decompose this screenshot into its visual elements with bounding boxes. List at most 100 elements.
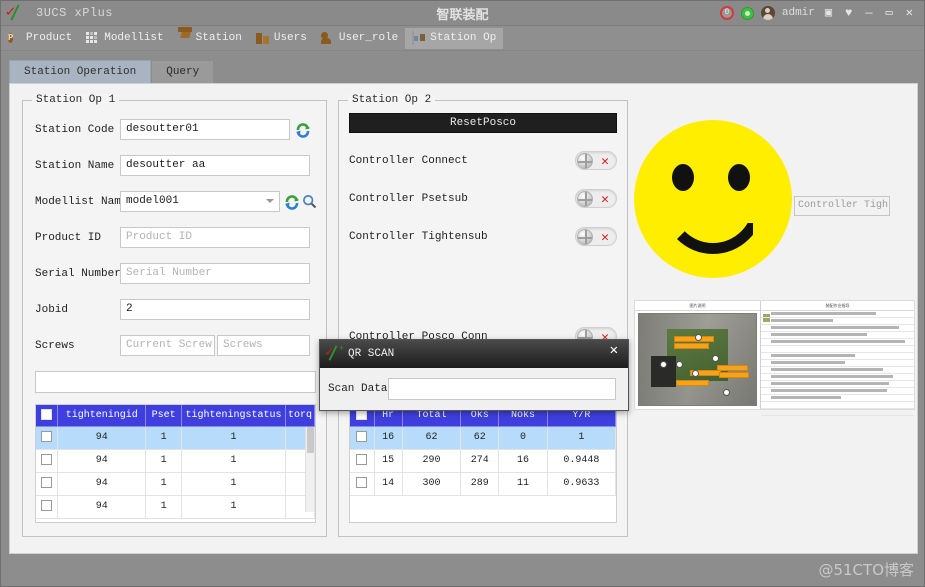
menu-item-station[interactable]: Station: [171, 28, 249, 49]
tab-station-operation[interactable]: Station Operation: [9, 60, 152, 83]
smiley-mouth: [662, 200, 764, 254]
select-all-header[interactable]: [36, 405, 59, 427]
message-bar[interactable]: [35, 371, 316, 393]
table-row[interactable]: 15 290 274 16 0.9448: [350, 449, 616, 473]
cell-tighteningstatus: 1: [181, 426, 286, 450]
title-bar-controls: 0 admir ▣ ♥ — ▭ ✕: [719, 6, 924, 20]
serial-number-input[interactable]: Serial Number: [120, 263, 310, 284]
column-header[interactable]: tighteningid: [57, 405, 147, 427]
document-step-line: [761, 318, 914, 325]
close-icon[interactable]: ✕: [606, 343, 622, 359]
cell-tighteningid: 94: [57, 472, 147, 496]
cell-total: 300: [402, 472, 462, 496]
cell-tighteningid: 94: [57, 426, 147, 450]
pin-window-button[interactable]: ♥: [842, 6, 855, 20]
connection-status-icon[interactable]: [740, 6, 754, 20]
column-header[interactable]: tighteningstatus: [181, 405, 286, 427]
table-row[interactable]: 14 300 289 11 0.9633: [350, 472, 616, 496]
cell-noks: 11: [498, 472, 548, 496]
restore-window-button[interactable]: ▣: [822, 6, 835, 20]
station-op-2-group: Station Op 2 ResetPosco Controller Conne…: [338, 94, 628, 537]
column-header[interactable]: Pset: [145, 405, 182, 427]
checkbox[interactable]: [356, 454, 368, 466]
title-bar: ✓ 3UCS xPlus 智联装配 0 admir ▣ ♥ — ▭ ✕: [1, 1, 924, 26]
document-image-column: 图片说明: [635, 301, 761, 409]
user-role-icon: [321, 32, 335, 45]
scan-data-label: Scan Data: [328, 383, 388, 395]
minimize-button[interactable]: —: [862, 6, 875, 20]
controller-psetsub-toggle[interactable]: ✕: [575, 189, 617, 208]
menu-item-product[interactable]: P Product: [1, 28, 79, 49]
checkbox[interactable]: [356, 477, 368, 489]
tightening-table[interactable]: tighteningid Pset tighteningstatus torq …: [35, 404, 316, 523]
station-code-input[interactable]: desoutter01: [120, 119, 290, 140]
jobid-input[interactable]: 2: [120, 299, 310, 320]
document-step-line: [761, 388, 914, 395]
search-icon[interactable]: [302, 194, 317, 209]
station-name-input[interactable]: desoutter aa: [120, 155, 310, 176]
table-row[interactable]: 94 1 1: [36, 495, 315, 519]
product-id-input[interactable]: Product ID: [120, 227, 310, 248]
checkbox[interactable]: [41, 477, 53, 489]
current-screw-input[interactable]: Current Screw: [120, 335, 215, 356]
document-step-line: [761, 360, 914, 367]
toggle-knob: [577, 229, 593, 245]
row-checkbox-cell[interactable]: [350, 426, 375, 450]
hourly-stats-table[interactable]: Hr Total Oks Noks Y/R 16 62 62 0 1 15 29…: [349, 404, 617, 523]
column-header[interactable]: torq: [285, 405, 315, 427]
menu-item-modellist[interactable]: Modellist: [79, 28, 170, 49]
close-button[interactable]: ✕: [903, 6, 916, 20]
document-step-line: [761, 381, 914, 388]
table-row[interactable]: 16 62 62 0 1: [350, 426, 616, 450]
modellist-name-select[interactable]: model001: [120, 191, 280, 212]
controller-tightensub-toggle[interactable]: ✕: [575, 227, 617, 246]
work-instruction-document[interactable]: 图片说明 装配作业指导: [634, 300, 915, 416]
field-screws: Screws Current Screw Screws: [35, 335, 327, 356]
qr-scan-body: Scan Data: [320, 368, 628, 410]
user-name: admir: [781, 7, 815, 19]
scan-data-input[interactable]: [388, 378, 616, 400]
checkbox[interactable]: [41, 409, 53, 421]
cell-noks: 16: [498, 449, 548, 473]
pcb-callout-tag: [674, 343, 710, 350]
row-checkbox-cell[interactable]: [36, 449, 59, 473]
app-logo-icon: ✓ +: [325, 344, 344, 361]
document-step-line: [761, 332, 914, 339]
row-checkbox-cell[interactable]: [36, 472, 59, 496]
station-op-icon: [412, 30, 426, 45]
maximize-button[interactable]: ▭: [883, 6, 896, 20]
menu-item-station-op[interactable]: Station Op: [405, 27, 504, 49]
row-checkbox-cell[interactable]: [36, 495, 59, 519]
smiley-right-eye: [728, 164, 750, 191]
main-menu-bar: P Product Modellist Station Users User_r…: [1, 26, 924, 51]
controller-tight-field[interactable]: Controller Tight: [794, 196, 890, 216]
checkbox[interactable]: [41, 454, 53, 466]
qr-scan-dialog[interactable]: ✓ + QR SCAN ✕ Scan Data: [319, 339, 629, 411]
table-row[interactable]: 94 1 1: [36, 426, 315, 450]
toggle-label: Controller Connect: [349, 154, 468, 167]
cell-pset: 1: [145, 449, 182, 473]
cell-tighteningid: 94: [57, 495, 147, 519]
controller-connect-toggle[interactable]: ✕: [575, 151, 617, 170]
menu-item-user-role[interactable]: User_role: [314, 28, 405, 49]
scrollbar-thumb[interactable]: [307, 427, 314, 453]
avatar[interactable]: [760, 6, 775, 20]
row-checkbox-cell[interactable]: [36, 426, 59, 450]
notification-badge-icon[interactable]: 0: [719, 6, 734, 20]
reset-posco-button[interactable]: ResetPosco: [349, 113, 617, 133]
document-step-line: [761, 325, 914, 332]
checkbox[interactable]: [356, 431, 368, 443]
row-checkbox-cell[interactable]: [350, 472, 375, 496]
menu-item-users[interactable]: Users: [249, 28, 314, 49]
checkbox[interactable]: [41, 431, 53, 443]
refresh-icon[interactable]: [295, 122, 311, 138]
table-row[interactable]: 94 1 1: [36, 449, 315, 473]
checkbox[interactable]: [41, 500, 53, 512]
row-checkbox-cell[interactable]: [350, 449, 375, 473]
table-vertical-scrollbar[interactable]: [305, 427, 314, 512]
tab-query[interactable]: Query: [151, 60, 215, 83]
refresh-icon[interactable]: [284, 194, 300, 210]
screws-input[interactable]: Screws: [217, 335, 310, 356]
cell-yr: 0.9448: [547, 449, 616, 473]
table-row[interactable]: 94 1 1: [36, 472, 315, 496]
